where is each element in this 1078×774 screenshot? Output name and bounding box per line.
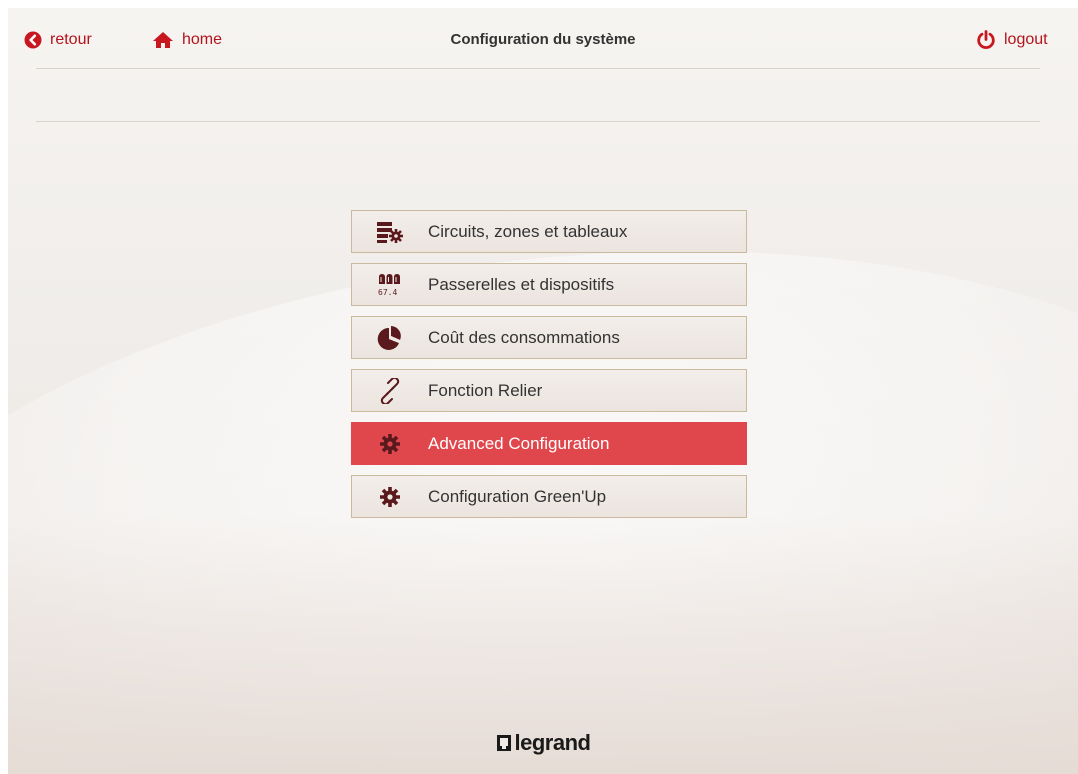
gear-icon: [352, 486, 428, 508]
header-divider: [36, 68, 1040, 69]
logout-label: logout: [1004, 31, 1048, 48]
menu-item-advanced-config[interactable]: Advanced Configuration: [351, 422, 747, 465]
menu-item-cost[interactable]: Coût des consommations: [351, 316, 747, 359]
svg-text:67.4: 67.4: [378, 288, 397, 297]
menu-item-label: Advanced Configuration: [428, 433, 610, 453]
menu-item-circuits[interactable]: Circuits, zones et tableaux: [351, 210, 747, 253]
legrand-logo: legrand: [8, 730, 1078, 756]
top-bar: retour home Configuration du système log…: [8, 8, 1078, 68]
circuits-gear-icon: [352, 220, 428, 244]
subheader-divider: [36, 121, 1040, 122]
brand-name: legrand: [514, 730, 591, 755]
menu-item-link[interactable]: Fonction Relier: [351, 369, 747, 412]
menu-item-label: Configuration Green'Up: [428, 486, 607, 506]
link-icon: [352, 377, 428, 404]
gear-icon: [352, 433, 428, 455]
config-menu: Circuits, zones et tableaux 67.4 Passere…: [351, 210, 747, 528]
menu-item-label: Passerelles et dispositifs: [428, 274, 615, 294]
app-frame: retour home Configuration du système log…: [8, 8, 1078, 774]
meter-devices-icon: 67.4: [352, 272, 428, 298]
menu-item-label: Coût des consommations: [428, 327, 620, 347]
menu-item-gateways[interactable]: 67.4 Passerelles et dispositifs: [351, 263, 747, 306]
menu-item-label: Fonction Relier: [428, 380, 543, 400]
logout-button[interactable]: logout: [976, 30, 1048, 50]
pie-chart-icon: [352, 325, 428, 351]
menu-item-greenup-config[interactable]: Configuration Green'Up: [351, 475, 747, 518]
menu-item-label: Circuits, zones et tableaux: [428, 221, 628, 241]
page-title: Configuration du système: [450, 31, 636, 48]
power-icon: [976, 30, 996, 50]
legrand-mark-icon: [496, 735, 511, 751]
